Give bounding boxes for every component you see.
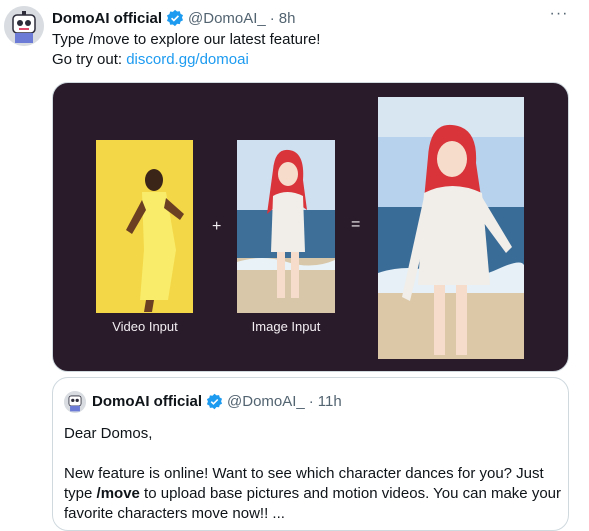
tweet-line-1: Type /move to explore our latest feature… — [52, 31, 321, 48]
output-image — [378, 97, 524, 359]
video-input-thumbnail — [96, 140, 193, 313]
quoted-tweet-timestamp[interactable]: 11h — [318, 393, 342, 410]
quoted-tweet-header: DomoAI official @DomoAI_ · 11h — [92, 393, 342, 410]
verified-badge-icon — [206, 393, 223, 410]
author-name[interactable]: DomoAI official — [52, 10, 162, 27]
more-horizontal-icon[interactable]: ··· — [548, 6, 570, 29]
tweet-text: Type /move to explore our latest feature… — [52, 30, 320, 70]
tweet-header: DomoAI official @DomoAI_ · 8h — [52, 8, 295, 28]
quoted-tweet[interactable]: DomoAI official @DomoAI_ · 11h Dear Domo… — [52, 377, 569, 531]
quoted-author-avatar[interactable] — [64, 391, 86, 413]
tweet-line-2-prefix: Go try out: — [52, 51, 123, 68]
image-input-label: Image Input — [251, 319, 321, 334]
author-handle[interactable]: @DomoAI_ — [188, 10, 266, 27]
tweet-media[interactable]: Video Input + Image Input = — [52, 82, 569, 372]
separator-dot: · — [269, 9, 275, 27]
verified-badge-icon — [166, 9, 184, 27]
quoted-greeting: Dear Domos, — [64, 425, 153, 442]
quoted-body: New feature is online! Want to see which… — [64, 464, 564, 524]
quoted-author-name[interactable]: DomoAI official — [92, 393, 202, 410]
separator-dot: · — [308, 393, 314, 410]
move-command: /move — [96, 485, 140, 502]
plus-sign: + — [212, 218, 222, 235]
quoted-author-handle[interactable]: @DomoAI_ — [227, 393, 305, 410]
video-input-label: Video Input — [112, 319, 178, 334]
quoted-tweet-text: Dear Domos, New feature is online! Want … — [64, 424, 564, 524]
tweet-timestamp[interactable]: 8h — [279, 10, 296, 27]
tweet-line-2: Go try out: discord.gg/domoai — [52, 50, 320, 70]
image-input-thumbnail — [237, 140, 335, 313]
discord-link[interactable]: discord.gg/domoai — [126, 51, 249, 68]
equals-sign: = — [351, 216, 361, 233]
author-avatar[interactable] — [4, 6, 44, 46]
